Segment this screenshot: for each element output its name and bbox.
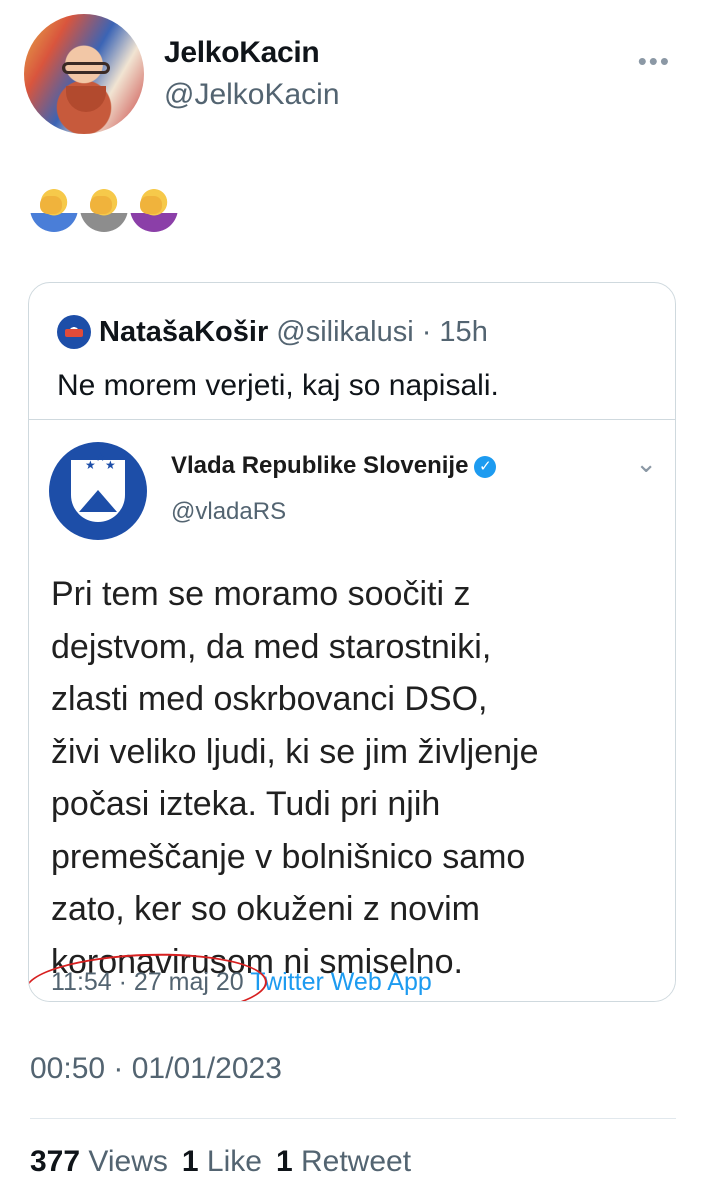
quoted-tweet-card[interactable]: NatašaKošir @silikalusi · 15h Ne morem v… [28,282,676,1002]
views-stat[interactable]: 377 Views [30,1145,168,1179]
embedded-tweet-screenshot: ★ ★ ★ Vlada Republike Slovenije ✓ @vladaR… [29,419,675,1001]
man-facepalming-emoji [30,184,78,232]
avatar-glasses [62,62,110,74]
quoted-tweet-header: NatašaKošir @silikalusi · 15h [57,315,488,349]
divider [30,1118,676,1119]
embedded-author-handle: @vladaRS [171,498,287,525]
tweet-emoji-row [30,184,180,242]
more-options-icon[interactable]: ••• [638,46,671,77]
government-coat-of-arms-icon: ★ ★ ★ [49,442,147,540]
embedded-tweet-text: Pri tem se moramo soočiti z dejstvom, da… [51,575,539,981]
likes-stat[interactable]: 1 Like [182,1145,262,1179]
chevron-down-icon: ⌄ [635,448,657,478]
avatar-beard [66,86,106,112]
quoted-author-handle: @silikalusi · 15h [276,315,488,348]
tweet-author-handle[interactable]: @JelkoKacin [164,78,340,112]
tweet-author-name[interactable]: JelkoKacin [164,36,320,70]
embedded-tweet-source: Twitter Web App [250,968,432,996]
tweet-author-avatar[interactable] [24,14,144,134]
verified-badge-icon: ✓ [474,455,497,478]
tweet-stats: 377 Views 1 Like 1 Retweet [30,1145,411,1179]
quoted-author-avatar[interactable] [57,315,91,349]
quoted-author-name[interactable]: NatašaKošir [99,316,268,349]
tweet-timestamp[interactable]: 00:50 · 01/01/2023 [30,1052,282,1086]
man-facepalming-emoji [80,184,128,232]
quoted-tweet-text: Ne morem verjeti, kaj so napisali. [57,369,499,402]
embedded-author-name: Vlada Republike Slovenije ✓ [171,452,497,480]
woman-facepalming-emoji [130,184,178,232]
retweets-stat[interactable]: 1 Retweet [276,1145,411,1179]
